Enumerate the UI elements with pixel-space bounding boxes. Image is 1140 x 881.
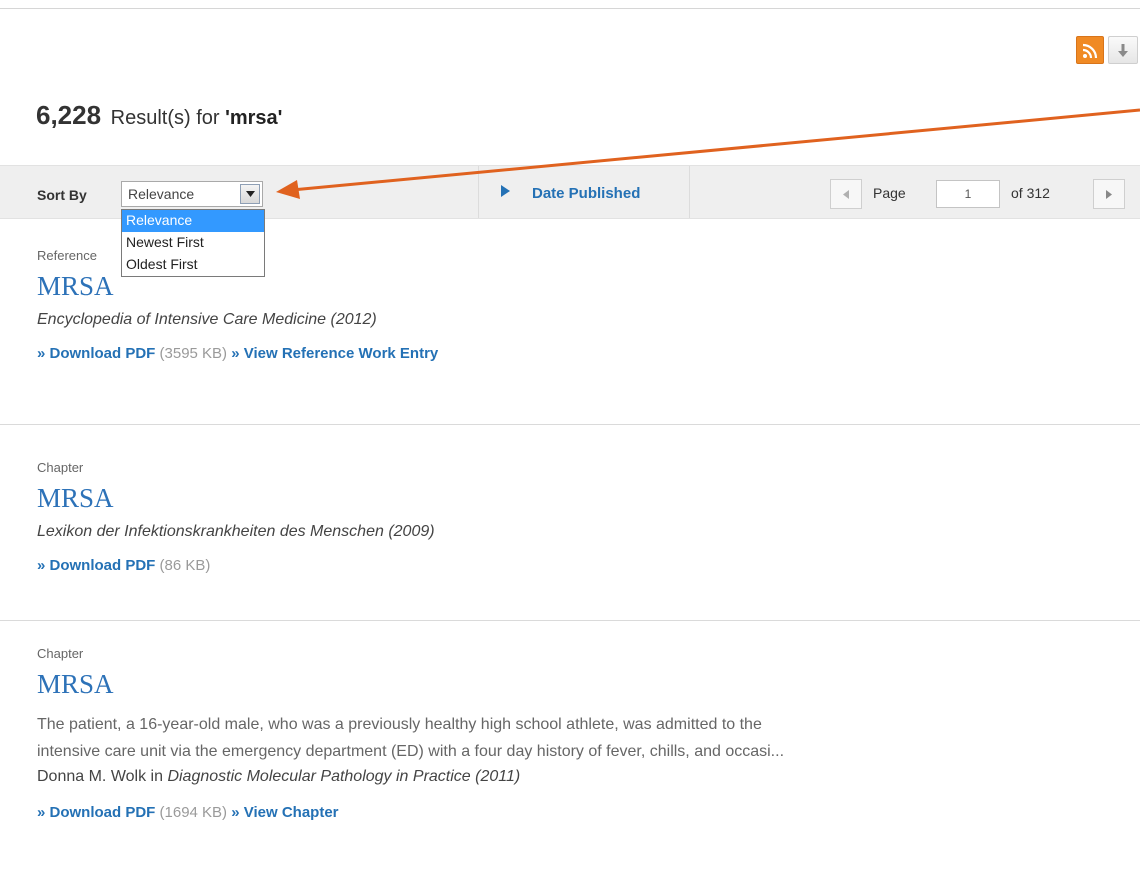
results-heading: 6,228 Result(s) for 'mrsa'	[36, 100, 282, 131]
chevron-left-icon	[843, 190, 849, 199]
results-label: Result(s) for	[110, 107, 220, 129]
file-size: (86 KB)	[159, 557, 211, 574]
result-snippet-line: The patient, a 16-year-old male, who was…	[37, 716, 762, 733]
sort-dropdown-toggle[interactable]	[240, 184, 260, 204]
result-title[interactable]: MRSA	[37, 669, 1117, 699]
next-page-button[interactable]	[1093, 179, 1125, 209]
page-label: Page	[873, 185, 906, 201]
download-pdf-link[interactable]: » Download PDF	[37, 557, 155, 574]
top-divider	[0, 8, 1140, 9]
page-total: of 312	[1011, 185, 1050, 201]
sort-selected-value: Relevance	[128, 186, 195, 202]
previous-page-button[interactable]	[830, 179, 862, 209]
result-item: Chapter MRSA Lexikon der Infektionskrank…	[37, 460, 1117, 574]
view-reference-entry-link[interactable]: » View Reference Work Entry	[231, 345, 438, 362]
results-count: 6,228	[36, 100, 102, 130]
download-pdf-link[interactable]: » Download PDF	[37, 804, 155, 821]
sort-option-relevance[interactable]: Relevance	[122, 210, 264, 232]
result-source: Lexikon der Infektionskrankheiten des Me…	[37, 523, 435, 540]
sort-option-oldest-first[interactable]: Oldest First	[122, 254, 264, 276]
result-links: » Download PDF (1694 KB) » View Chapter	[37, 804, 1117, 821]
result-links: » Download PDF (3595 KB) » View Referenc…	[37, 345, 1117, 362]
result-item: Chapter MRSA The patient, a 16-year-old …	[37, 646, 1117, 821]
file-size: (1694 KB)	[159, 804, 228, 821]
sort-option-newest-first[interactable]: Newest First	[122, 232, 264, 254]
result-source: Encyclopedia of Intensive Care Medicine …	[37, 311, 377, 328]
download-arrow-icon	[1118, 44, 1128, 57]
chevron-down-icon	[245, 191, 255, 197]
rss-feed-button[interactable]	[1076, 36, 1104, 64]
result-title[interactable]: MRSA	[37, 483, 1117, 513]
sort-select[interactable]: Relevance	[121, 181, 263, 207]
date-published-label: Date Published	[532, 185, 641, 202]
result-source: Diagnostic Molecular Pathology in Practi…	[167, 768, 521, 785]
result-author-in: in	[150, 768, 163, 785]
chevron-right-icon	[1106, 190, 1112, 199]
result-type: Chapter	[37, 646, 84, 661]
result-snippet: The patient, a 16-year-old male, who was…	[37, 711, 1117, 765]
page-number-input[interactable]	[936, 180, 1000, 208]
sort-by-label: Sort By	[37, 187, 87, 203]
result-author-line: Donna M. Wolk in Diagnostic Molecular Pa…	[37, 765, 1117, 788]
result-snippet-line: intensive care unit via the emergency de…	[37, 743, 785, 760]
sort-dropdown-list: Relevance Newest First Oldest First	[121, 209, 265, 277]
date-published-filter[interactable]: Date Published	[478, 166, 690, 218]
view-chapter-link[interactable]: » View Chapter	[231, 804, 338, 821]
result-type: Chapter	[37, 460, 84, 475]
result-divider	[0, 424, 1140, 425]
result-author: Donna M. Wolk	[37, 768, 147, 785]
caret-right-icon	[501, 185, 510, 197]
download-pdf-link[interactable]: » Download PDF	[37, 345, 155, 362]
search-query: 'mrsa'	[225, 107, 283, 129]
download-results-button[interactable]	[1108, 36, 1138, 64]
rss-icon	[1082, 43, 1098, 59]
result-links: » Download PDF (86 KB)	[37, 557, 1117, 574]
file-size: (3595 KB)	[159, 345, 228, 362]
result-divider	[0, 620, 1140, 621]
